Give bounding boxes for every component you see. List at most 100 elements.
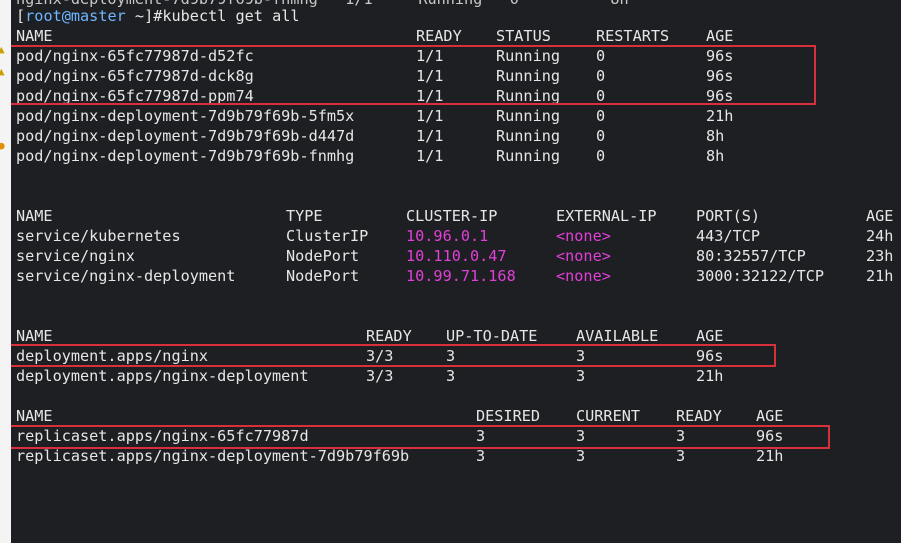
replicaset-row-cell: 96s bbox=[756, 427, 784, 445]
pod-row-cell: Running bbox=[496, 127, 561, 145]
pod-row-cell: 0 bbox=[596, 127, 606, 145]
service-row-cell: 21h bbox=[866, 267, 894, 285]
replicasets-header-row-cell: DESIRED bbox=[476, 407, 541, 425]
pod-row-cell: 8h bbox=[706, 147, 725, 165]
replicasets-header-row-cell: AGE bbox=[756, 407, 784, 425]
services-header-row-cell: AGE bbox=[866, 207, 894, 225]
pod-row-cell: 1/1 bbox=[416, 87, 444, 105]
pod-row-cell: 21h bbox=[706, 107, 734, 125]
pod-row-cell: 1/1 bbox=[416, 127, 444, 145]
service-row-cell: <none> bbox=[556, 227, 611, 245]
pod-row-cell: Running bbox=[496, 107, 561, 125]
replicasets-header-row-cell: READY bbox=[676, 407, 722, 425]
deployments-header-row-cell: NAME bbox=[16, 327, 53, 345]
pod-row-cell: 1/1 bbox=[416, 67, 444, 85]
services-header-row-cell: TYPE bbox=[286, 207, 323, 225]
replicaset-row-cell: 3 bbox=[676, 427, 686, 445]
pod-row-cell: 96s bbox=[706, 67, 734, 85]
replicasets-header-row-cell: CURRENT bbox=[576, 407, 641, 425]
pod-row-cell: Running bbox=[496, 87, 561, 105]
deployments-header-row-cell: UP-TO-DATE bbox=[446, 327, 538, 345]
service-row-cell: service/nginx-deployment bbox=[16, 267, 236, 285]
service-row-cell: service/kubernetes bbox=[16, 227, 181, 245]
pod-row-cell: 8h bbox=[706, 127, 725, 145]
left-window-strip: ▲ ▲ ● bbox=[0, 0, 11, 543]
service-row-cell: 10.99.71.168 bbox=[406, 267, 516, 285]
pod-row-cell: 0 bbox=[596, 107, 606, 125]
pod-row-cell: 1/1 bbox=[416, 107, 444, 125]
service-row-cell: 80:32557/TCP bbox=[696, 247, 806, 265]
pod-row-cell: pod/nginx-65fc77987d-dck8g bbox=[16, 67, 254, 85]
service-row-cell: 10.110.0.47 bbox=[406, 247, 507, 265]
service-row-cell: 10.96.0.1 bbox=[406, 227, 489, 245]
services-header-row-cell: NAME bbox=[16, 207, 53, 225]
replicaset-row-cell: 3 bbox=[676, 447, 686, 465]
replicaset-row-cell: 3 bbox=[576, 427, 586, 445]
replicaset-row-cell: replicaset.apps/nginx-65fc77987d bbox=[16, 427, 309, 445]
prompt-dir: ~ bbox=[134, 7, 145, 25]
service-row-cell: ClusterIP bbox=[286, 227, 369, 245]
prompt-user: root bbox=[25, 7, 62, 25]
pod-row-cell: pod/nginx-65fc77987d-ppm74 bbox=[16, 87, 254, 105]
pod-row-cell: pod/nginx-deployment-7d9b79f69b-d447d bbox=[16, 127, 355, 145]
pod-row-cell: 96s bbox=[706, 87, 734, 105]
warning-icon: ▲ bbox=[0, 43, 5, 56]
service-row-cell: 23h bbox=[866, 247, 894, 265]
replicasets-header-row-cell: NAME bbox=[16, 407, 53, 425]
services-header-row-cell: PORT(S) bbox=[696, 207, 761, 225]
pods-header-row-cell: AGE bbox=[706, 27, 734, 45]
pod-row-cell: pod/nginx-65fc77987d-d52fc bbox=[16, 47, 254, 65]
pod-row-cell: pod/nginx-deployment-7d9b79f69b-fnmhg bbox=[16, 147, 355, 165]
pod-row-cell: Running bbox=[496, 67, 561, 85]
service-row-cell: 3000:32122/TCP bbox=[696, 267, 825, 285]
status-dot-icon: ● bbox=[0, 139, 5, 152]
deployments-header-row-cell: AVAILABLE bbox=[576, 327, 659, 345]
warning-icon: ▲ bbox=[0, 65, 5, 78]
replicaset-row-cell: 21h bbox=[756, 447, 784, 465]
pod-row-cell: Running bbox=[496, 147, 561, 165]
deployment-row-cell: 21h bbox=[696, 367, 724, 385]
pod-row-cell: 96s bbox=[706, 47, 734, 65]
pod-row-cell: 0 bbox=[596, 47, 606, 65]
prompt-at: @ bbox=[61, 7, 71, 25]
service-row-cell: service/nginx bbox=[16, 247, 135, 265]
service-row-cell: NodePort bbox=[286, 267, 360, 285]
services-header-row-cell: EXTERNAL-IP bbox=[556, 207, 657, 225]
deployments-header-row-cell: READY bbox=[366, 327, 412, 345]
pod-row-cell: Running bbox=[496, 47, 561, 65]
pod-row-cell: pod/nginx-deployment-7d9b79f69b-5fm5x bbox=[16, 107, 355, 125]
deployment-row-cell: deployment.apps/nginx bbox=[16, 347, 209, 365]
pod-row-cell: 0 bbox=[596, 87, 606, 105]
deployment-row-cell: 3/3 bbox=[366, 347, 394, 365]
deployment-row-cell: 3/3 bbox=[366, 367, 394, 385]
service-row-cell: 24h bbox=[866, 227, 894, 245]
deployment-row-cell: 3 bbox=[576, 367, 586, 385]
pods-header-row-cell: RESTARTS bbox=[596, 27, 670, 45]
service-row-cell: <none> bbox=[556, 267, 611, 285]
deployment-row-cell: 3 bbox=[446, 367, 456, 385]
pods-header-row-cell: STATUS bbox=[496, 27, 551, 45]
replicaset-row-cell: 3 bbox=[576, 447, 586, 465]
replicaset-row-cell: replicaset.apps/nginx-deployment-7d9b79f… bbox=[16, 447, 410, 465]
prompt-host: master bbox=[70, 7, 126, 25]
pod-row-cell: 1/1 bbox=[416, 147, 444, 165]
command-prompt-line: [root@master ~]#kubectl get all bbox=[16, 7, 300, 25]
pod-row-cell: 0 bbox=[596, 67, 606, 85]
prompt-symbol: ]# bbox=[144, 7, 163, 25]
deployment-row-cell: 96s bbox=[696, 347, 724, 365]
pods-header-row-cell: READY bbox=[416, 27, 462, 45]
service-row-cell: <none> bbox=[556, 247, 611, 265]
pod-row-cell: 0 bbox=[596, 147, 606, 165]
deployment-row-cell: deployment.apps/nginx-deployment bbox=[16, 367, 309, 385]
pod-row-cell: 1/1 bbox=[416, 47, 444, 65]
service-row-cell: NodePort bbox=[286, 247, 360, 265]
deployment-row-cell: 3 bbox=[576, 347, 586, 365]
replicaset-row-cell: 3 bbox=[476, 427, 486, 445]
services-header-row-cell: CLUSTER-IP bbox=[406, 207, 498, 225]
command-text: kubectl get all bbox=[162, 7, 300, 25]
replicaset-row-cell: 3 bbox=[476, 447, 486, 465]
deployment-row-cell: 3 bbox=[446, 347, 456, 365]
pods-header-row-cell: NAME bbox=[16, 27, 53, 45]
terminal-window[interactable]: nginx-deployment-7d9b79f69b-fnmhg 1/1 Ru… bbox=[11, 0, 901, 543]
service-row-cell: 443/TCP bbox=[696, 227, 761, 245]
